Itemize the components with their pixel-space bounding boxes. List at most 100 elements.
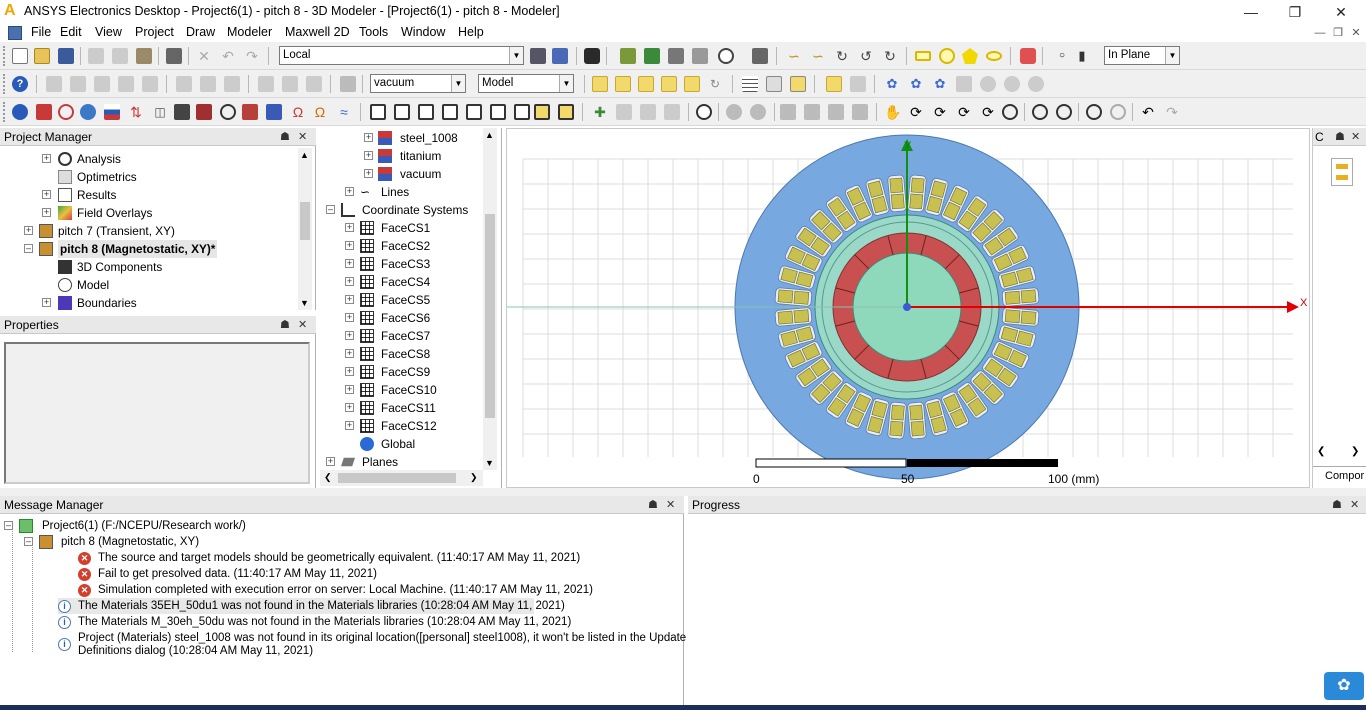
snap-vertex-icon[interactable]: [615, 76, 631, 92]
chevron-left-icon[interactable]: ❮: [324, 472, 332, 483]
coordinate-icon[interactable]: ✚: [592, 104, 608, 120]
view-trimetric-icon[interactable]: [534, 104, 550, 120]
maxwell-2d-icon[interactable]: [80, 104, 96, 120]
emit-icon[interactable]: [196, 104, 212, 120]
expand-icon[interactable]: +: [345, 403, 354, 412]
rotate-view-icon[interactable]: ⟳: [908, 104, 924, 120]
view-back-icon[interactable]: [442, 104, 458, 120]
message-row-selected[interactable]: i The Materials 35EH_50du1 was not found…: [58, 598, 565, 614]
close-icon[interactable]: ✕: [298, 318, 307, 331]
menu-help[interactable]: Help: [458, 25, 484, 39]
ruler-icon[interactable]: [766, 76, 782, 92]
paste-icon[interactable]: [136, 48, 152, 64]
rmxprt-icon[interactable]: [104, 104, 120, 120]
snap-edge-center-icon[interactable]: [638, 76, 654, 92]
draw-arc-icon[interactable]: ↻: [834, 48, 850, 64]
view-dimetric-icon[interactable]: [558, 104, 574, 120]
hide-active-icon[interactable]: [852, 104, 868, 120]
expand-icon[interactable]: +: [345, 241, 354, 250]
cs-icon[interactable]: [616, 104, 632, 120]
modeler-viewport[interactable]: X Y 0 50 100 (mm): [506, 128, 1310, 488]
maxwell-icon[interactable]: [584, 48, 600, 64]
menu-window[interactable]: Window: [401, 25, 445, 39]
expand-icon[interactable]: +: [364, 169, 373, 178]
snap-arc-center-icon[interactable]: ↻: [707, 76, 723, 92]
draw-circle-icon[interactable]: [939, 48, 955, 64]
view-top-icon[interactable]: [370, 104, 386, 120]
restore-button[interactable]: ❐: [1280, 2, 1310, 22]
pin-icon[interactable]: ☗: [1335, 130, 1345, 143]
app-menu-icon[interactable]: [8, 26, 22, 40]
menu-project[interactable]: Project: [135, 25, 174, 39]
wave-icon[interactable]: ≈: [336, 104, 352, 120]
eye-icon[interactable]: Ω: [290, 104, 306, 120]
material-select[interactable]: vacuum ▼: [370, 74, 466, 93]
mesh-icon[interactable]: ✿: [884, 76, 900, 92]
undo-view-icon[interactable]: ↶: [1140, 104, 1156, 120]
view-iso-icon[interactable]: [514, 104, 530, 120]
filter-icon[interactable]: Ω: [312, 104, 328, 120]
animate-icon[interactable]: [1028, 76, 1044, 92]
component-item[interactable]: [1331, 158, 1353, 186]
tab-components[interactable]: Compor: [1313, 466, 1366, 486]
duplicate-along-line-icon[interactable]: [258, 76, 274, 92]
collapse-icon[interactable]: –: [24, 244, 33, 253]
expand-icon[interactable]: +: [345, 223, 354, 232]
hfss-icon[interactable]: [12, 104, 28, 120]
chevron-up-icon[interactable]: ▲: [300, 150, 309, 160]
expand-icon[interactable]: +: [345, 187, 354, 196]
cut-icon[interactable]: [88, 48, 104, 64]
collapse-icon[interactable]: –: [4, 521, 13, 530]
plane-mode-select[interactable]: In Plane ▼: [1104, 46, 1180, 65]
simplorer-icon[interactable]: [174, 104, 190, 120]
expand-icon[interactable]: +: [345, 349, 354, 358]
expand-icon[interactable]: +: [345, 331, 354, 340]
delete-icon[interactable]: ✕: [196, 48, 212, 64]
mdi-minimize-button[interactable]: —: [1312, 26, 1328, 40]
open-icon[interactable]: [34, 48, 50, 64]
undo-icon[interactable]: ↶: [220, 48, 236, 64]
pan-icon[interactable]: ✋: [884, 104, 901, 120]
cs-object-icon[interactable]: [664, 104, 680, 120]
draw-region-icon[interactable]: [1020, 48, 1036, 64]
draw-polygon-icon[interactable]: [962, 48, 978, 64]
close-icon[interactable]: ✕: [666, 498, 675, 511]
field-overlay-icon[interactable]: [980, 76, 996, 92]
expand-icon[interactable]: +: [326, 457, 335, 466]
field-icon[interactable]: [956, 76, 972, 92]
rotate-screen-icon[interactable]: ⟳: [980, 104, 996, 120]
minimize-button[interactable]: —: [1236, 2, 1266, 22]
model-type-select[interactable]: Model ▼: [478, 74, 574, 93]
close-icon[interactable]: ✕: [298, 130, 307, 143]
tree-hscrollbar[interactable]: ❮ ❯: [320, 470, 483, 486]
chevron-down-icon[interactable]: ▼: [485, 458, 494, 468]
expand-icon[interactable]: +: [345, 385, 354, 394]
mdi-close-button[interactable]: ✕: [1348, 26, 1364, 40]
chevron-up-icon[interactable]: ▲: [485, 130, 494, 140]
separate-icon[interactable]: [142, 76, 158, 92]
rotate-icon[interactable]: [200, 76, 216, 92]
duplicate-around-axis-icon[interactable]: [282, 76, 298, 92]
draw-equation-icon[interactable]: ↻: [882, 48, 898, 64]
duplicate-mirror-icon[interactable]: [306, 76, 322, 92]
close-icon[interactable]: ✕: [1351, 130, 1360, 143]
redo-icon[interactable]: ↷: [244, 48, 260, 64]
zoom-out-icon[interactable]: [1056, 104, 1072, 120]
new-icon[interactable]: [12, 48, 28, 64]
redo-view-icon[interactable]: ↷: [1164, 104, 1180, 120]
draw-spline-icon[interactable]: ∽: [810, 48, 826, 64]
menu-draw[interactable]: Draw: [186, 25, 215, 39]
relative-cs-icon[interactable]: [552, 48, 568, 64]
close-icon[interactable]: ✕: [1350, 498, 1359, 511]
expand-icon[interactable]: +: [42, 208, 51, 217]
mdi-restore-button[interactable]: ❐: [1330, 26, 1346, 40]
show-active-icon[interactable]: [828, 104, 844, 120]
expand-icon[interactable]: +: [345, 367, 354, 376]
coordinate-system-select[interactable]: Local ▼: [279, 46, 524, 65]
measure-icon[interactable]: [718, 48, 734, 64]
snap-face-center-icon[interactable]: [661, 76, 677, 92]
draw-line-icon[interactable]: ∽: [786, 48, 802, 64]
mesh-ops-icon[interactable]: ✿: [908, 76, 924, 92]
menu-view[interactable]: View: [95, 25, 122, 39]
draw-point-icon[interactable]: ○: [1054, 48, 1070, 64]
